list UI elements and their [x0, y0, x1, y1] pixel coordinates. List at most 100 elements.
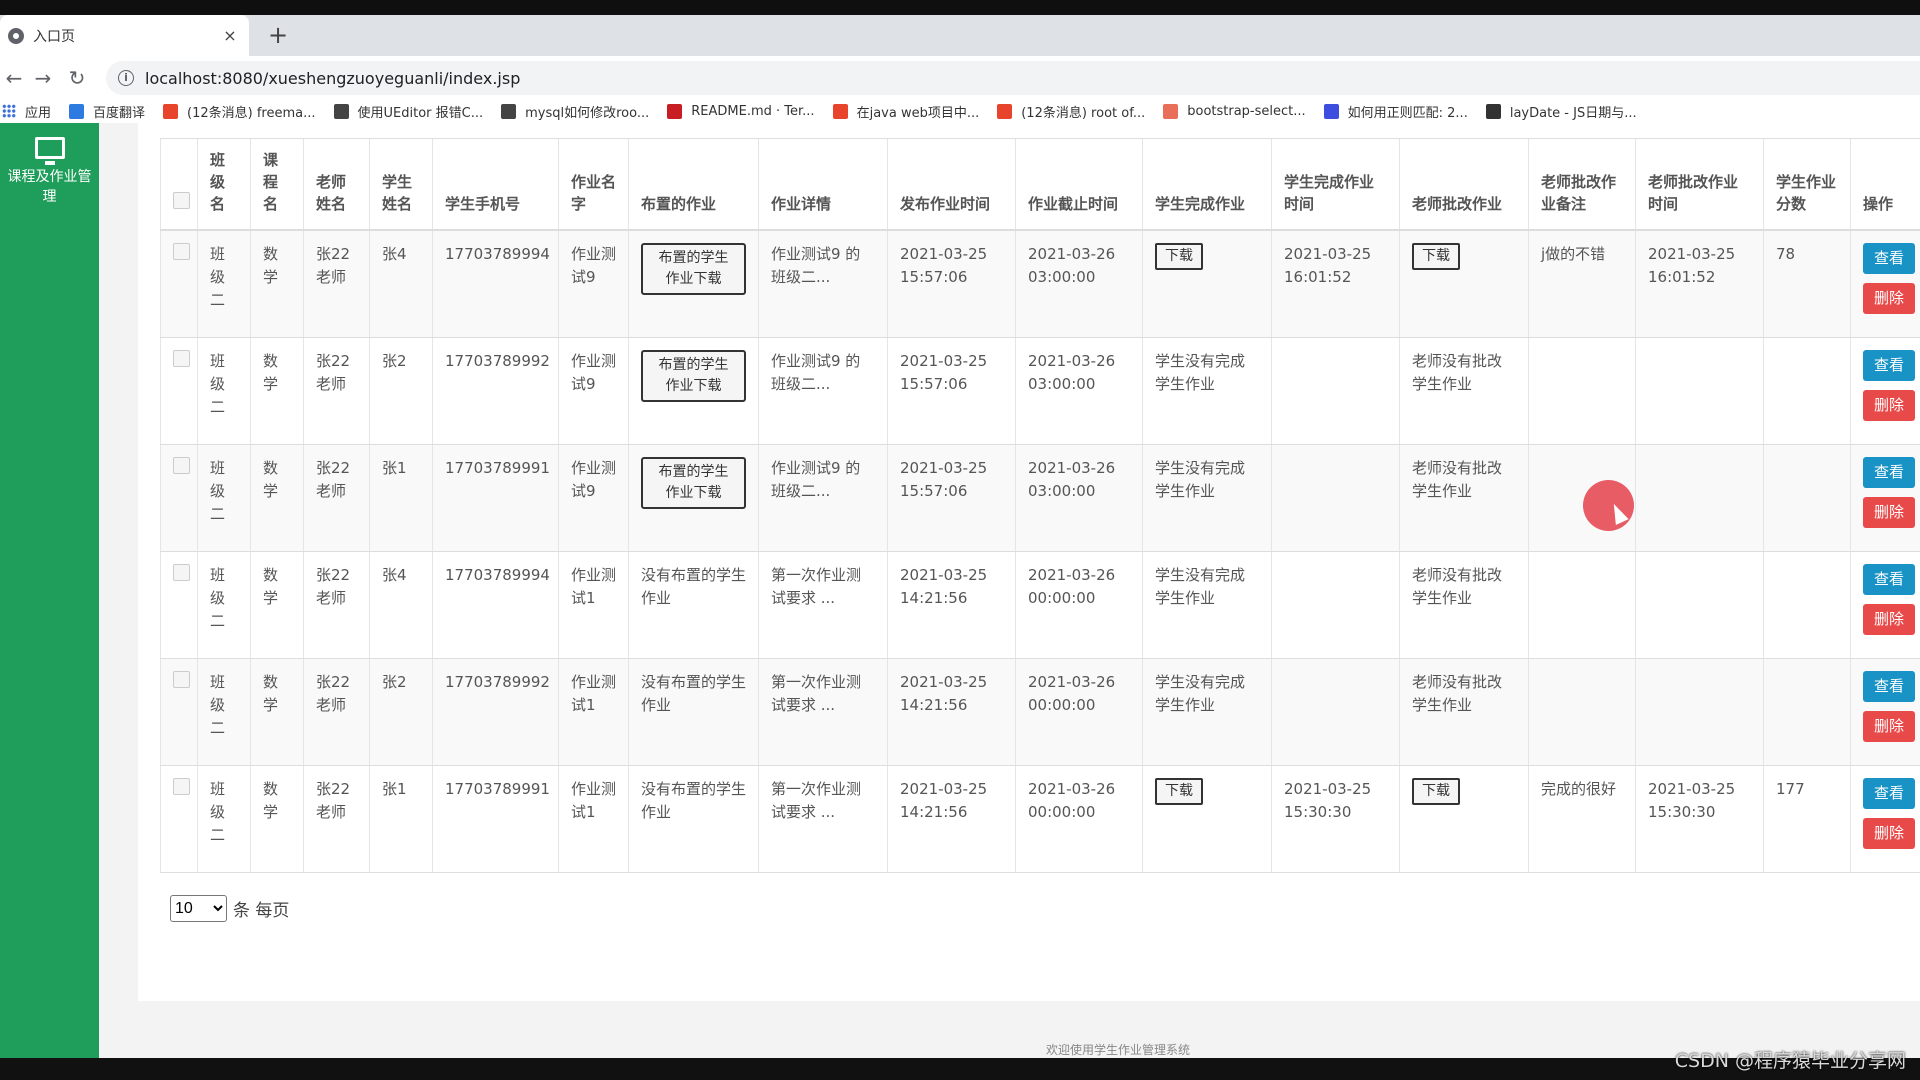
table-row: 班级二 数学 张22老师 张1 17703789991 作业测试1 没有布置的学生作业 第一次…: [160, 765, 1920, 873]
download-student-work-button[interactable]: 下载: [1155, 243, 1203, 270]
row-select-cell: [160, 444, 198, 552]
browser-tab[interactable]: 入口页 ×: [0, 15, 249, 56]
bookmark-item[interactable]: (12条消息) root of...: [997, 102, 1145, 121]
bookmark-item[interactable]: 如何用正则匹配: 2...: [1323, 102, 1468, 121]
csdn-icon: [832, 103, 848, 119]
remark-cell: [1528, 337, 1636, 445]
gitee-icon: [667, 103, 683, 119]
delete-button[interactable]: 删除: [1863, 710, 1915, 742]
view-button[interactable]: 查看: [1863, 243, 1915, 274]
done-time-cell: [1271, 551, 1400, 659]
homework-name-cell: 作业测试1: [558, 658, 629, 766]
bookmark-label: (12条消息) freema...: [187, 105, 316, 121]
browser-toolbar: ← → ↻ i localhost:8080/xueshengzuoyeguan…: [0, 56, 1920, 99]
class-cell: 班级二: [197, 658, 251, 766]
delete-button[interactable]: 删除: [1863, 603, 1915, 635]
bookmark-label: README.md · Ter...: [691, 103, 815, 119]
row-checkbox[interactable]: [173, 349, 190, 367]
view-button[interactable]: 查看: [1863, 563, 1915, 595]
homework-detail-cell: 第一次作业测试要求 ...: [758, 551, 888, 659]
download-assigned-button[interactable]: 布置的学生作业下载: [641, 243, 746, 295]
view-button[interactable]: 查看: [1863, 456, 1915, 488]
page-size-select[interactable]: 10: [170, 895, 227, 922]
homework-name-cell: 作业测试9: [558, 444, 629, 552]
page-viewport: 课程及作业管 理 班级名 课程名 老师姓名 学生姓名 学生手机号 作业名字 布置的作业 作业详…: [0, 123, 1920, 1058]
close-tab-icon[interactable]: ×: [219, 25, 241, 47]
deadline-cell: 2021-03-26 03:00:00: [1015, 337, 1143, 445]
bookmark-item[interactable]: mysql如何修改roo...: [501, 102, 649, 121]
homework-detail-cell: 作业测试9 的班级二...: [758, 230, 888, 338]
bookmark-item[interactable]: (12条消息) freema...: [163, 102, 316, 121]
student-cell: 张4: [369, 230, 433, 338]
download-checked-work-button[interactable]: 下载: [1412, 777, 1460, 805]
watermark: CSDN @程序猿毕业分享网: [1674, 1050, 1906, 1072]
forward-arrow-icon[interactable]: →: [29, 64, 57, 92]
bookmarks-bar: 应用 百度翻译 (12条消息) freema... 使用UEditor 报错C... m…: [0, 99, 1920, 123]
site-info-icon[interactable]: i: [118, 70, 134, 86]
teacher-cell: 张22老师: [303, 551, 370, 659]
bookmark-item[interactable]: README.md · Ter...: [667, 103, 815, 119]
select-all-checkbox[interactable]: [173, 192, 190, 209]
new-tab-button[interactable]: +: [265, 20, 291, 50]
bookmark-item[interactable]: layDate - JS日期与...: [1485, 102, 1637, 121]
download-assigned-button[interactable]: 布置的学生作业下载: [641, 456, 746, 509]
jianshu-icon: [1163, 103, 1179, 119]
csdn-icon: [163, 103, 179, 119]
bookmark-item[interactable]: 使用UEditor 报错C...: [333, 102, 484, 121]
sidebar-item-course-homework[interactable]: 课程及作业管 理: [0, 137, 99, 207]
column-header: 老师批改作业时间: [1635, 138, 1764, 231]
score-cell: [1763, 551, 1851, 659]
homework-detail-cell: 第一次作业测试要求 ...: [758, 658, 888, 766]
row-select-cell: [160, 551, 198, 659]
csdn-icon: [997, 103, 1013, 119]
bookmark-item[interactable]: 百度翻译: [69, 102, 145, 121]
table-header-row: 班级名 课程名 老师姓名 学生姓名 学生手机号 作业名字 布置的作业 作业详情 发布作业时间 作业…: [160, 138, 1920, 231]
row-checkbox[interactable]: [173, 777, 190, 795]
homework-detail-cell: 作业测试9 的班级二...: [758, 337, 888, 445]
monitor-icon: [34, 137, 65, 165]
reload-icon[interactable]: ↻: [63, 64, 91, 92]
view-button[interactable]: 查看: [1863, 777, 1915, 809]
row-checkbox[interactable]: [173, 670, 190, 688]
teacher-check-cell: 老师没有批改学生作业: [1399, 337, 1529, 445]
download-checked-work-button[interactable]: 下载: [1412, 243, 1460, 270]
bookmark-item[interactable]: bootstrap-select...: [1163, 103, 1306, 119]
actions-cell: 查看 删除: [1850, 230, 1920, 338]
view-button[interactable]: 查看: [1863, 349, 1915, 381]
publish-time-cell: 2021-03-25 15:57:06: [887, 444, 1016, 552]
delete-button[interactable]: 删除: [1863, 389, 1915, 421]
publish-time-cell: 2021-03-25 15:57:06: [887, 230, 1016, 338]
homework-name-cell: 作业测试9: [558, 337, 629, 445]
column-header: 发布作业时间: [887, 138, 1016, 231]
row-checkbox[interactable]: [173, 456, 190, 474]
download-student-work-button[interactable]: 下载: [1155, 777, 1203, 805]
done-time-cell: [1271, 658, 1400, 766]
phone-cell: 17703789991: [432, 765, 559, 873]
score-cell: [1763, 444, 1851, 552]
bookmark-item[interactable]: 应用: [2, 102, 51, 121]
row-checkbox[interactable]: [173, 563, 190, 581]
column-header: 学生作业分数: [1763, 138, 1851, 231]
homework-name-cell: 作业测试1: [558, 765, 629, 873]
deadline-cell: 2021-03-26 00:00:00: [1015, 765, 1143, 873]
back-arrow-icon[interactable]: ←: [0, 64, 28, 92]
teacher-check-cell: 老师没有批改学生作业: [1399, 444, 1529, 552]
bookmark-label: 使用UEditor 报错C...: [357, 105, 484, 121]
view-button[interactable]: 查看: [1863, 670, 1915, 702]
remark-cell: 完成的很好: [1528, 765, 1636, 873]
student-cell: 张2: [369, 337, 433, 445]
row-checkbox[interactable]: [173, 243, 190, 260]
address-bar[interactable]: i localhost:8080/xueshengzuoyeguanli/ind…: [106, 61, 1920, 95]
download-assigned-button[interactable]: 布置的学生作业下载: [641, 349, 746, 402]
actions-cell: 查看 删除: [1850, 658, 1920, 766]
course-cell: 数学: [250, 230, 304, 338]
delete-button[interactable]: 删除: [1863, 283, 1915, 314]
student-done-cell: 下载: [1142, 230, 1272, 338]
bookmark-label: 如何用正则匹配: 2...: [1347, 105, 1468, 121]
assigned-homework-cell: 布置的学生作业下载: [628, 444, 759, 552]
deadline-cell: 2021-03-26 00:00:00: [1015, 658, 1143, 766]
bookmark-item[interactable]: 在java web项目中...: [832, 102, 979, 121]
column-header: 课程名: [250, 138, 304, 231]
delete-button[interactable]: 删除: [1863, 496, 1915, 528]
delete-button[interactable]: 删除: [1863, 817, 1915, 849]
